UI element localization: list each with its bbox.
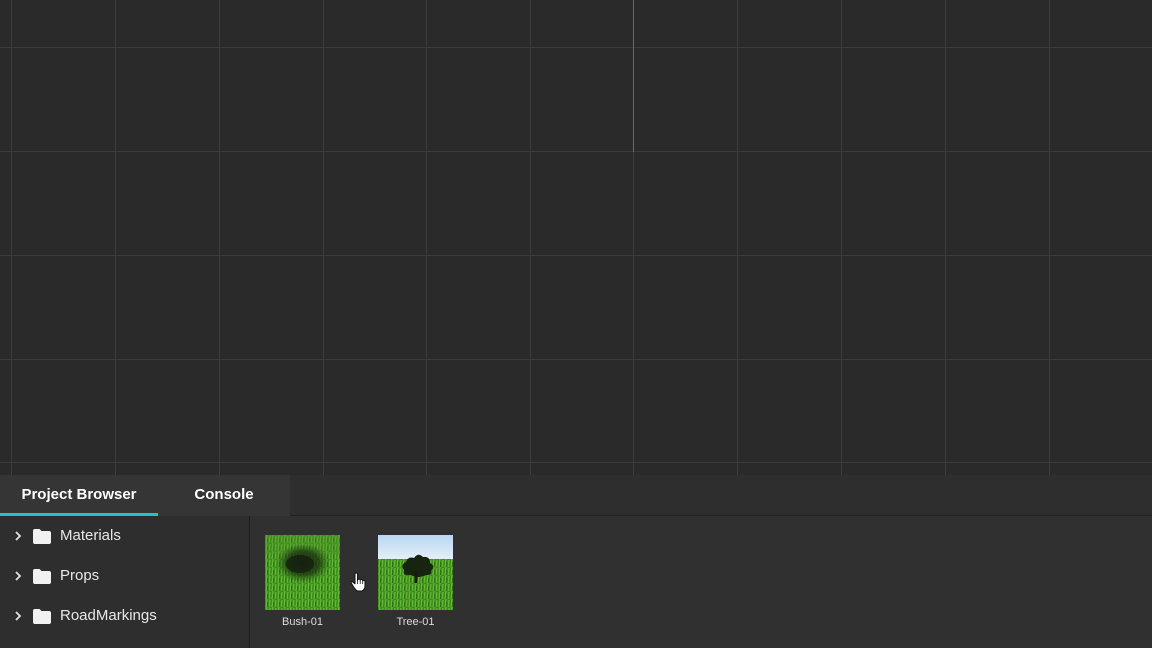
folder-tree: Materials Props RoadMarkings <box>0 516 250 648</box>
grid-line <box>945 0 946 475</box>
tree-item-label: RoadMarkings <box>60 607 157 624</box>
folder-icon <box>33 609 51 624</box>
tree-thumbnail <box>378 535 453 610</box>
grid-line <box>633 152 634 475</box>
y-axis-line <box>633 0 634 152</box>
tab-project-browser[interactable]: Project Browser <box>0 475 158 516</box>
grid-line <box>841 0 842 475</box>
grid-line <box>426 0 427 475</box>
bottom-panel: Project Browser Console Materials Props … <box>0 475 1152 648</box>
grid-line <box>323 0 324 475</box>
grid-line <box>0 359 1152 360</box>
tree-item-roadmarkings[interactable]: RoadMarkings <box>0 596 249 636</box>
asset-label: Bush-01 <box>282 616 323 628</box>
grid-line <box>0 47 1152 48</box>
tree-item-props[interactable]: Props <box>0 556 249 596</box>
grid-line <box>219 0 220 475</box>
grid-line <box>737 0 738 475</box>
bush-thumbnail <box>265 535 340 610</box>
asset-tree-01[interactable]: Tree-01 <box>378 535 454 628</box>
grid-line <box>530 0 531 475</box>
grid-line <box>1049 0 1050 475</box>
grid-line <box>0 151 634 152</box>
chevron-right-icon[interactable] <box>12 570 24 582</box>
panel-tab-bar: Project Browser Console <box>0 475 1152 516</box>
folder-icon <box>33 569 51 584</box>
grid-line <box>0 255 1152 256</box>
x-axis-line <box>634 151 1152 152</box>
tree-item-label: Materials <box>60 527 121 544</box>
tree-item-label: Props <box>60 567 100 584</box>
grid-line <box>0 462 1152 463</box>
chevron-right-icon[interactable] <box>12 610 24 622</box>
scene-viewport[interactable] <box>0 0 1152 475</box>
asset-label: Tree-01 <box>396 616 435 628</box>
asset-grid: Bush-01 Tree-01 <box>250 516 1152 648</box>
asset-bush-01[interactable]: Bush-01 <box>265 535 341 628</box>
chevron-right-icon[interactable] <box>12 530 24 542</box>
hand-pointer-icon <box>350 572 366 592</box>
tree-item-materials[interactable]: Materials <box>0 516 249 556</box>
tab-console[interactable]: Console <box>158 475 290 516</box>
folder-icon <box>33 529 51 544</box>
editor-window: Project Browser Console Materials Props … <box>0 0 1152 648</box>
grid-line <box>11 0 12 475</box>
grid-line <box>115 0 116 475</box>
